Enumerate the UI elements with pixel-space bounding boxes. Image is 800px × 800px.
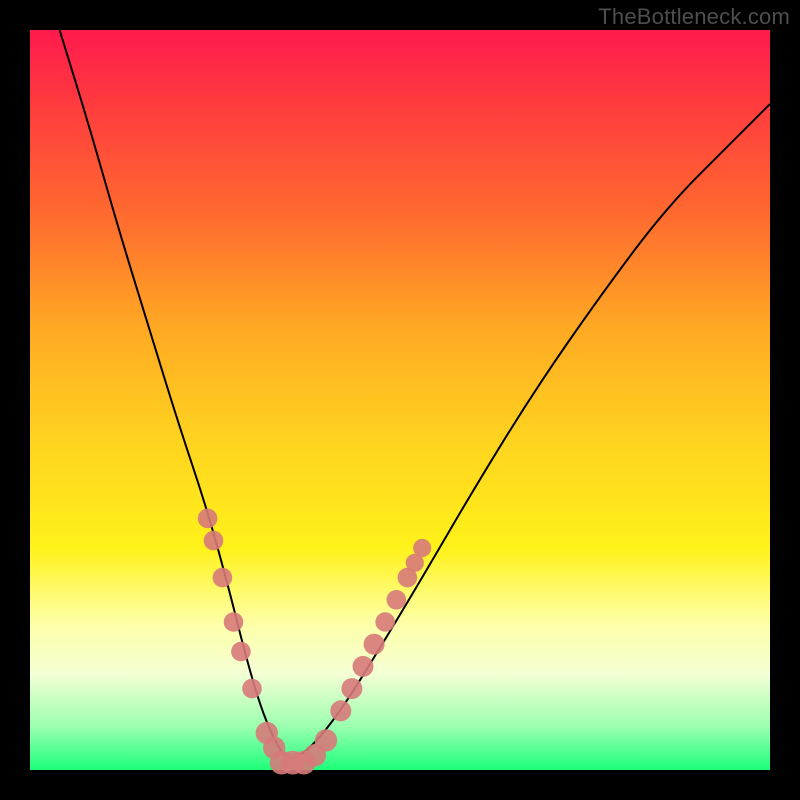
right-cluster-2 xyxy=(341,678,362,699)
watermark-label: TheBottleneck.com xyxy=(598,4,790,30)
left-cluster-6 xyxy=(242,679,262,699)
right-cluster-6 xyxy=(387,590,407,610)
left-cluster-2 xyxy=(204,531,224,551)
marker-group xyxy=(198,509,432,775)
curve-group xyxy=(60,30,770,758)
left-cluster-1 xyxy=(198,509,218,529)
bottleneck-curve-path xyxy=(60,30,770,758)
left-cluster-5 xyxy=(231,642,251,662)
right-cluster-3 xyxy=(353,656,374,677)
bottom-7 xyxy=(315,729,337,751)
right-cluster-4 xyxy=(364,634,385,655)
outer-frame: TheBottleneck.com xyxy=(0,0,800,800)
chart-svg xyxy=(30,30,770,770)
right-cluster-1 xyxy=(330,700,351,721)
right-cluster-5 xyxy=(375,612,395,632)
left-cluster-4 xyxy=(224,612,244,632)
right-cluster-9 xyxy=(413,539,431,557)
left-cluster-3 xyxy=(213,568,233,588)
